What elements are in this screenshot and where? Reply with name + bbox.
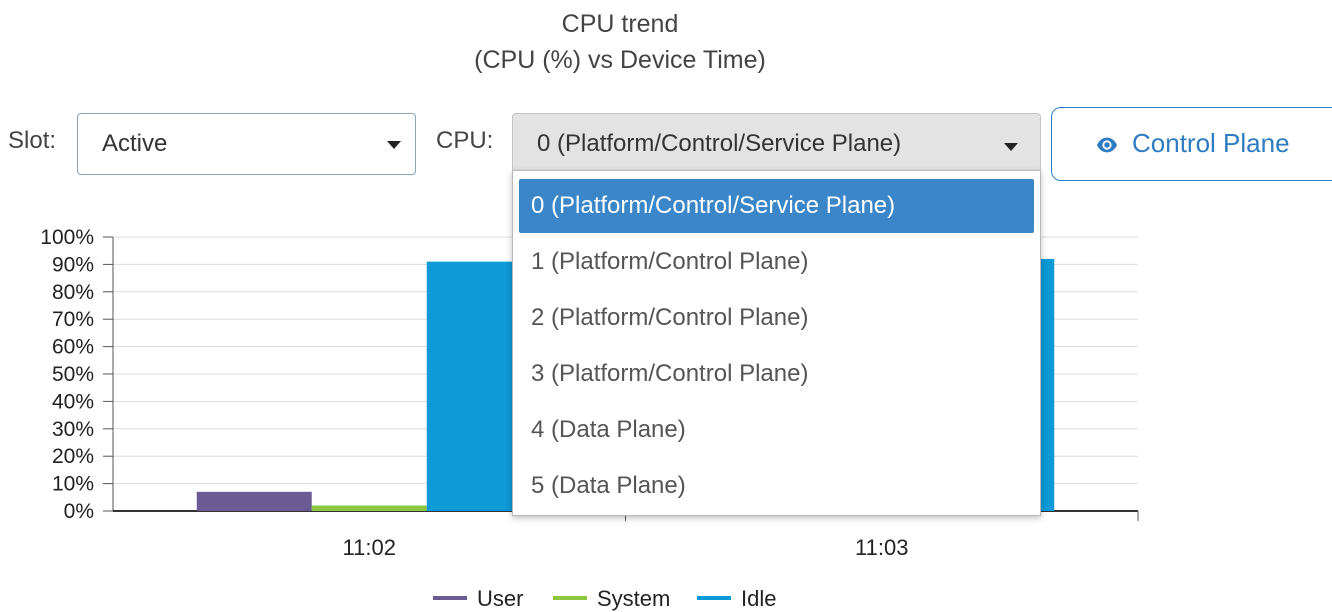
y-tick-label: 60% — [52, 336, 94, 359]
y-tick-label: 90% — [52, 253, 94, 276]
y-tick-label: 50% — [52, 363, 94, 386]
y-tick-label: 100% — [40, 226, 94, 249]
y-tick-label: 80% — [52, 281, 94, 304]
x-tick-label: 11:03 — [855, 535, 908, 560]
bar-user-1102 — [196, 491, 312, 511]
cpu-select-value: 0 (Platform/Control/Service Plane) — [537, 130, 902, 157]
cpu-option-4[interactable]: 4 (Data Plane) — [519, 403, 1034, 457]
slot-select-value: Active — [102, 130, 168, 157]
legend-label-system: System — [597, 586, 670, 611]
cpu-trend-panel: CPU trend (CPU (%) vs Device Time) 0% 10%… — [0, 0, 1332, 612]
y-tick-label: 0% — [64, 500, 94, 523]
y-tick-label: 70% — [52, 308, 94, 331]
cpu-label: CPU: — [436, 127, 494, 154]
control-plane-button[interactable]: Control Plane — [1051, 107, 1332, 181]
cpu-option-2[interactable]: 2 (Platform/Control Plane) — [519, 291, 1034, 345]
cpu-option-5[interactable]: 5 (Data Plane) — [519, 459, 1034, 513]
y-tick-label: 40% — [52, 390, 94, 413]
cpu-dropdown-menu: 0 (Platform/Control/Service Plane) 1 (Pla… — [512, 170, 1041, 516]
bar-system-1102 — [311, 505, 427, 511]
y-tick-label: 30% — [52, 418, 94, 441]
legend-label-idle: Idle — [741, 586, 776, 611]
y-tick-label: 20% — [52, 445, 94, 468]
cpu-option-0[interactable]: 0 (Platform/Control/Service Plane) — [519, 179, 1034, 233]
eye-icon — [1096, 137, 1118, 153]
legend-label-user: User — [477, 586, 523, 611]
x-tick-label: 11:02 — [343, 535, 396, 560]
chevron-down-icon — [387, 141, 401, 149]
y-tick-label: 10% — [52, 473, 94, 496]
chevron-down-icon — [1004, 143, 1018, 151]
cpu-option-1[interactable]: 1 (Platform/Control Plane) — [519, 235, 1034, 289]
cpu-option-3[interactable]: 3 (Platform/Control Plane) — [519, 347, 1034, 401]
control-plane-button-label: Control Plane — [1132, 128, 1290, 158]
slot-label: Slot: — [8, 127, 57, 154]
slot-select[interactable]: Active — [77, 113, 416, 175]
cpu-select[interactable]: 0 (Platform/Control/Service Plane) — [512, 113, 1041, 173]
